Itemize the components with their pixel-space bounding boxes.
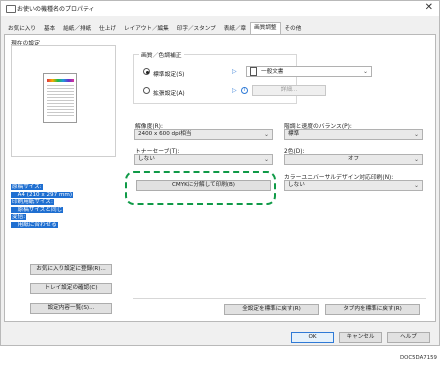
tab-image-quality[interactable]: 画質調整: [250, 22, 281, 34]
extended-radio[interactable]: [143, 87, 150, 94]
text-line: [47, 112, 74, 113]
document-icon: [250, 67, 257, 76]
standard-preset-select[interactable]: 一般文書 ⌄: [246, 66, 372, 77]
reset-all-button[interactable]: 全設定を標準に戻す(R): [224, 304, 319, 315]
info-icon: i: [241, 87, 248, 94]
arrow-right-icon: ▷: [232, 87, 237, 94]
settings-list-button[interactable]: 設定内容一覧(S)...: [30, 303, 112, 314]
tab-paper[interactable]: 給紙／排紙: [59, 23, 95, 34]
color-stripe: [47, 79, 74, 82]
text-line: [47, 109, 74, 110]
two-color-select[interactable]: オフ ⌄: [284, 154, 423, 165]
text-line: [47, 88, 74, 89]
chevron-down-icon: ⌄: [263, 131, 269, 138]
gradation-select[interactable]: 標準 ⌄: [284, 129, 423, 140]
close-icon[interactable]: ✕: [425, 2, 433, 14]
text-line: [47, 94, 74, 95]
gradation-value: 標準: [288, 131, 300, 137]
chevron-down-icon: ⌄: [413, 131, 419, 138]
chevron-down-icon: ⌄: [413, 182, 419, 189]
tab-layout[interactable]: レイアウト／編集: [120, 23, 173, 34]
tab-finishing[interactable]: 仕上げ: [95, 23, 120, 34]
toner-save-value: しない: [138, 156, 155, 162]
details-button[interactable]: 詳細...: [252, 85, 326, 96]
title-bar: お使いの機種名のプロパティ ✕: [1, 1, 439, 16]
two-color-value: オフ: [347, 156, 360, 162]
window-title: お使いの機種名のプロパティ: [17, 6, 95, 13]
page-preview: [43, 73, 77, 123]
resolution-value: 2400 x 600 dpi相当: [138, 131, 192, 137]
summary-line: 原稿サイズ:: [11, 184, 43, 190]
settings-summary: 原稿サイズ: A4 (210 x 297 mm) 印刷用紙サイズ: 原稿サイズと…: [11, 184, 116, 248]
standard-preset-value: 一般文書: [261, 69, 284, 75]
standard-label: 標準設定(S): [153, 72, 185, 78]
text-line: [47, 106, 74, 107]
check-tray-button[interactable]: トレイ設定の確認(C): [30, 283, 112, 294]
summary-line: 変倍:: [11, 214, 27, 221]
text-line: [47, 91, 74, 92]
cancel-button[interactable]: キャンセル: [339, 332, 382, 343]
summary-line: A4 (210 x 297 mm): [11, 191, 74, 198]
text-line: [47, 85, 74, 86]
extended-label: 拡張設定(A): [153, 91, 185, 97]
tab-strip: お気に入り 基本 給紙／排紙 仕上げ レイアウト／編集 印字／スタンプ 表紙／章…: [4, 22, 306, 34]
tab-cover[interactable]: 表紙／章: [220, 23, 250, 34]
text-line: [47, 97, 74, 98]
standard-radio[interactable]: [143, 68, 150, 75]
chevron-down-icon: ⌄: [362, 68, 368, 75]
register-favorite-button[interactable]: お気に入り設定に登録(R)...: [30, 264, 112, 275]
text-line: [47, 103, 74, 104]
reset-tab-button[interactable]: タブ内を標準に戻す(R): [325, 304, 420, 315]
universal-design-value: しない: [288, 182, 305, 188]
tab-other[interactable]: その他: [281, 23, 306, 34]
summary-line: 原稿サイズと同じ: [11, 206, 64, 213]
toner-save-select[interactable]: しない ⌄: [134, 154, 273, 165]
summary-line: 用紙に合わせる: [11, 221, 58, 228]
summary-line: 印刷用紙サイズ:: [11, 199, 54, 206]
tab-favorites[interactable]: お気に入り: [4, 23, 40, 34]
resolution-select[interactable]: 2400 x 600 dpi相当 ⌄: [134, 129, 273, 140]
chevron-down-icon: ⌄: [413, 156, 419, 163]
tab-basic[interactable]: 基本: [40, 23, 59, 34]
chevron-down-icon: ⌄: [263, 156, 269, 163]
universal-design-select[interactable]: しない ⌄: [284, 180, 423, 191]
figure-id: DOC5DA7159: [399, 355, 437, 361]
tab-stamp[interactable]: 印字／スタンプ: [173, 23, 220, 34]
text-line: [47, 100, 74, 101]
divider: [133, 298, 426, 299]
image-quality-group-title: 画質／色調補正: [139, 50, 184, 59]
annotation-highlight: [125, 171, 276, 205]
printer-icon: [6, 5, 16, 13]
text-line: [47, 115, 74, 116]
ok-button[interactable]: OK: [291, 332, 334, 343]
arrow-right-icon: ▷: [232, 68, 237, 75]
help-button[interactable]: ヘルプ: [387, 332, 430, 343]
